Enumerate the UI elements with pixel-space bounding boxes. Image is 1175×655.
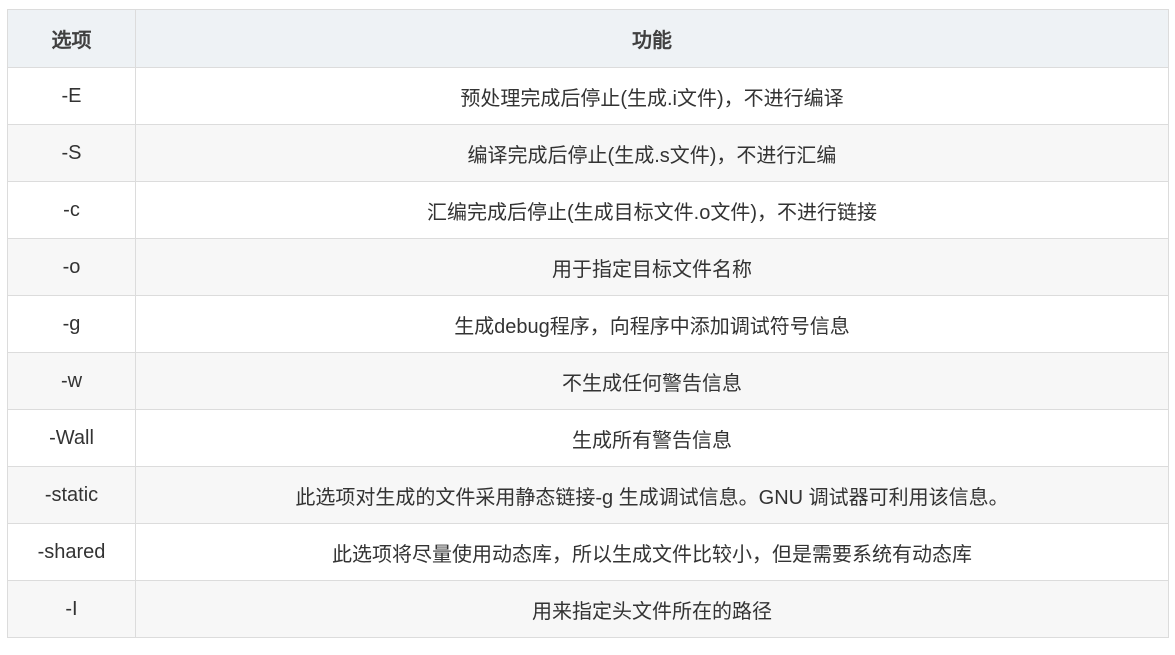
table-row: -Wall 生成所有警告信息 <box>7 409 1169 467</box>
description-cell: 不生成任何警告信息 <box>135 352 1169 410</box>
description-cell: 生成所有警告信息 <box>135 409 1169 467</box>
table-row: -c 汇编完成后停止(生成目标文件.o文件)，不进行链接 <box>7 181 1169 239</box>
options-table-container: 选项 功能 -E 预处理完成后停止(生成.i文件)，不进行编译 -S 编译完成后… <box>7 9 1169 638</box>
description-cell: 此选项将尽量使用动态库，所以生成文件比较小，但是需要系统有动态库 <box>135 523 1169 581</box>
description-cell: 汇编完成后停止(生成目标文件.o文件)，不进行链接 <box>135 181 1169 239</box>
gcc-options-table: 选项 功能 -E 预处理完成后停止(生成.i文件)，不进行编译 -S 编译完成后… <box>7 9 1169 638</box>
option-cell: -S <box>7 124 136 182</box>
option-cell: -static <box>7 466 136 524</box>
table-row: -o 用于指定目标文件名称 <box>7 238 1169 296</box>
description-cell: 此选项对生成的文件采用静态链接-g 生成调试信息。GNU 调试器可利用该信息。 <box>135 466 1169 524</box>
table-row: -w 不生成任何警告信息 <box>7 352 1169 410</box>
description-cell: 编译完成后停止(生成.s文件)，不进行汇编 <box>135 124 1169 182</box>
header-option: 选项 <box>7 9 136 68</box>
table-row: -shared 此选项将尽量使用动态库，所以生成文件比较小，但是需要系统有动态库 <box>7 523 1169 581</box>
table-row: -E 预处理完成后停止(生成.i文件)，不进行编译 <box>7 67 1169 125</box>
table-row: -static 此选项对生成的文件采用静态链接-g 生成调试信息。GNU 调试器… <box>7 466 1169 524</box>
description-cell: 用于指定目标文件名称 <box>135 238 1169 296</box>
option-cell: -w <box>7 352 136 410</box>
table-row: -g 生成debug程序，向程序中添加调试符号信息 <box>7 295 1169 353</box>
table-header-row: 选项 功能 <box>7 9 1169 68</box>
description-cell: 用来指定头文件所在的路径 <box>135 580 1169 638</box>
option-cell: -g <box>7 295 136 353</box>
option-cell: -c <box>7 181 136 239</box>
table-row: -I 用来指定头文件所在的路径 <box>7 580 1169 638</box>
description-cell: 生成debug程序，向程序中添加调试符号信息 <box>135 295 1169 353</box>
table-row: -S 编译完成后停止(生成.s文件)，不进行汇编 <box>7 124 1169 182</box>
option-cell: -o <box>7 238 136 296</box>
header-function: 功能 <box>135 9 1169 68</box>
description-cell: 预处理完成后停止(生成.i文件)，不进行编译 <box>135 67 1169 125</box>
option-cell: -I <box>7 580 136 638</box>
option-cell: -shared <box>7 523 136 581</box>
option-cell: -Wall <box>7 409 136 467</box>
option-cell: -E <box>7 67 136 125</box>
